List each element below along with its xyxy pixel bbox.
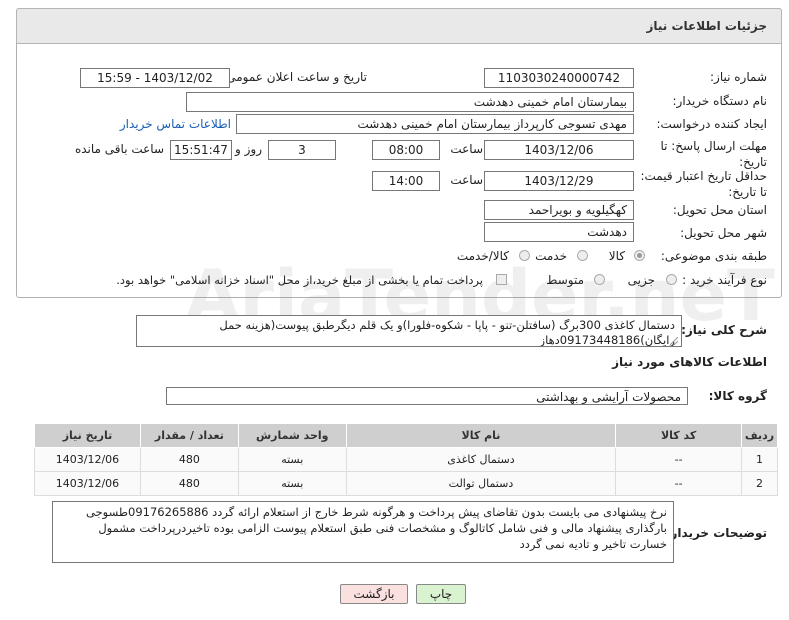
deadline-time-label: ساعت	[450, 142, 483, 156]
cell-quantity: 480	[139, 447, 239, 472]
panel-header: جزئیات اطلاعات نیاز	[16, 8, 782, 44]
announce-field: 1403/12/02 - 15:59	[80, 68, 230, 88]
table-row: 2 -- دستمال توالت بسته 480 1403/12/06	[34, 471, 778, 496]
description-label: شرح کلی نیاز:	[681, 323, 767, 337]
goods-info-title: اطلاعات کالاهای مورد نیاز	[612, 355, 767, 369]
province-field: کهگیلویه و بویراحمد	[484, 200, 634, 220]
city-label: شهر محل تحویل:	[680, 226, 767, 240]
process-label: نوع فرآیند خرید :	[682, 273, 767, 287]
cell-row: 1	[741, 447, 778, 472]
cell-row: 2	[741, 471, 778, 496]
col-row: ردیف	[741, 423, 778, 448]
requester-label: ایجاد کننده درخواست:	[656, 117, 767, 131]
deadline-label: مهلت ارسال پاسخ: تا تاریخ:	[660, 139, 767, 169]
buyer-org-label: نام دستگاه خریدار:	[672, 94, 768, 108]
validity-label: حداقل تاریخ اعتبار قیمت: تا تاریخ:	[640, 169, 767, 199]
remaining-label: ساعت باقی مانده	[74, 142, 164, 156]
category-radio-service[interactable]	[577, 250, 588, 261]
print-button[interactable]: چاپ	[416, 584, 466, 604]
cell-name: دستمال توالت	[345, 471, 617, 496]
col-code: کد کالا	[615, 423, 743, 448]
validity-time-label: ساعت	[450, 173, 483, 187]
category-option-goods: کالا	[608, 249, 625, 263]
resize-grip-icon[interactable]	[670, 337, 678, 345]
category-option-both: کالا/خدمت	[456, 249, 509, 263]
treasury-payment-note: پرداخت تمام یا بخشی از مبلغ خرید،از محل …	[116, 273, 483, 287]
category-radio-goods[interactable]	[634, 250, 645, 261]
cell-date: 1403/12/06	[34, 447, 141, 472]
col-unit: واحد شمارش	[237, 423, 347, 448]
back-button[interactable]: بازگشت	[340, 584, 408, 604]
cell-unit: بسته	[237, 471, 347, 496]
table-header-row: ردیف کد کالا نام کالا واحد شمارش تعداد /…	[34, 423, 778, 448]
buyer-notes-field: نرخ پیشنهادی می بایست بدون تقاضای پیش پر…	[52, 501, 674, 563]
need-number-field: 1103030240000742	[484, 68, 634, 88]
process-option-minor: جزیی	[627, 273, 655, 287]
city-field: دهدشت	[484, 222, 634, 242]
need-number-label: شماره نیاز:	[710, 70, 767, 84]
deadline-time-field: 08:00	[372, 140, 440, 160]
province-label: استان محل تحویل:	[672, 203, 767, 217]
remaining-time-field: 15:51:47	[170, 140, 232, 160]
goods-group-field: محصولات آرایشی و بهداشتی	[166, 387, 688, 405]
deadline-days-label: روز و	[235, 142, 262, 156]
page-title: جزئیات اطلاعات نیاز	[646, 19, 767, 33]
treasury-payment-checkbox[interactable]	[496, 274, 507, 285]
description-field: دستمال کاغذی 300برگ (سافتلن-تنو - پاپا -…	[136, 315, 682, 347]
table-row: 1 -- دستمال کاغذی بسته 480 1403/12/06	[34, 447, 778, 472]
col-date: تاریخ نیاز	[34, 423, 141, 448]
cell-quantity: 480	[139, 471, 239, 496]
category-option-service: خدمت	[535, 249, 567, 263]
deadline-days-field: 3	[268, 140, 336, 160]
cell-code: --	[615, 471, 743, 496]
cell-date: 1403/12/06	[34, 471, 141, 496]
buyer-contact-link[interactable]: اطلاعات تماس خریدار	[120, 117, 231, 131]
deadline-date-field: 1403/12/06	[484, 140, 634, 160]
announce-label: تاریخ و ساعت اعلان عمومی:	[222, 70, 367, 84]
requester-field: مهدی تسوجی کارپرداز بیمارستان امام خمینی…	[236, 114, 634, 134]
col-quantity: تعداد / مقدار	[139, 423, 239, 448]
items-table: ردیف کد کالا نام کالا واحد شمارش تعداد /…	[34, 423, 778, 496]
validity-date-field: 1403/12/29	[484, 171, 634, 191]
col-name: نام کالا	[345, 423, 617, 448]
process-radio-minor[interactable]	[666, 274, 677, 285]
category-label: طبقه بندی موضوعی:	[660, 249, 767, 263]
process-option-medium: متوسط	[546, 273, 584, 287]
process-radio-medium[interactable]	[594, 274, 605, 285]
goods-group-label: گروه کالا:	[708, 389, 767, 403]
buyer-org-field: بیمارستان امام خمینی دهدشت	[186, 92, 634, 112]
validity-time-field: 14:00	[372, 171, 440, 191]
category-radio-both[interactable]	[519, 250, 530, 261]
cell-code: --	[615, 447, 743, 472]
cell-name: دستمال کاغذی	[345, 447, 617, 472]
buyer-notes-label: توضیحات خریدار:	[665, 526, 767, 540]
cell-unit: بسته	[237, 447, 347, 472]
